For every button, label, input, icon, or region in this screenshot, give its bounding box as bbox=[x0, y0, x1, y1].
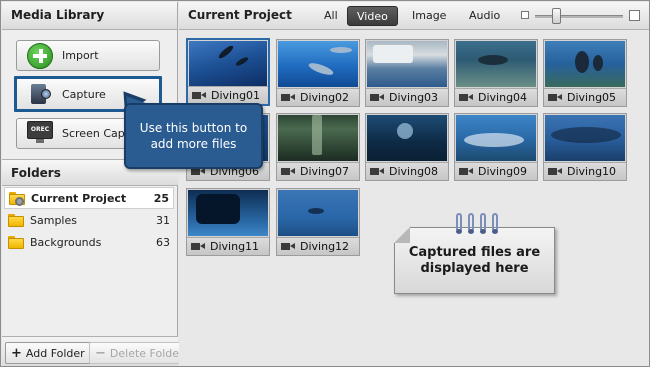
diving-preview-image bbox=[189, 41, 267, 87]
project-header: Current Project All Video Image Audio bbox=[179, 2, 649, 30]
folder-icon bbox=[8, 235, 24, 249]
delete-folder-button[interactable]: − Delete Folder bbox=[89, 342, 190, 364]
media-thumbnail[interactable]: Diving10 bbox=[543, 113, 627, 181]
thumbnail-label: Diving03 bbox=[389, 91, 439, 104]
import-button[interactable]: Import bbox=[16, 40, 160, 71]
zoom-out-icon[interactable] bbox=[521, 11, 529, 19]
media-thumbnail[interactable]: Diving05 bbox=[543, 39, 627, 107]
thumbnail-label: Diving05 bbox=[567, 91, 617, 104]
thumbnail-label: Diving04 bbox=[478, 91, 528, 104]
folder-count: 31 bbox=[156, 213, 170, 227]
video-camera-icon bbox=[281, 93, 295, 102]
folder-backgrounds[interactable]: Backgrounds 63 bbox=[4, 231, 174, 253]
media-thumbnail[interactable]: Diving08 bbox=[365, 113, 449, 181]
diving-preview-image bbox=[456, 115, 536, 161]
media-thumbnail[interactable]: Diving11 bbox=[186, 188, 270, 256]
media-thumbnail[interactable]: Diving04 bbox=[454, 39, 538, 107]
left-pane: Media Library Import Capture OREC Screen… bbox=[2, 2, 190, 366]
thumbnail-label: Diving07 bbox=[300, 165, 350, 178]
media-library-header: Media Library bbox=[2, 2, 177, 30]
diving-preview-image bbox=[188, 190, 268, 236]
filter-all[interactable]: All bbox=[315, 6, 347, 26]
thumbnail-label: Diving02 bbox=[300, 91, 350, 104]
media-thumbnail[interactable]: Diving01 bbox=[186, 38, 270, 106]
video-camera-icon bbox=[459, 167, 473, 176]
thumbnail-label: Diving12 bbox=[300, 240, 350, 253]
delete-folder-label: Delete Folder bbox=[109, 346, 184, 360]
media-thumbnail[interactable]: Diving12 bbox=[276, 188, 360, 256]
capture-tooltip: Use this button to add more files bbox=[124, 103, 263, 169]
captured-files-note: Captured files are displayed here bbox=[394, 227, 555, 294]
binder-ring-icon bbox=[456, 213, 462, 234]
media-library-window: Media Library Import Capture OREC Screen… bbox=[0, 0, 650, 367]
import-plus-icon bbox=[27, 42, 53, 69]
filter-audio[interactable]: Audio bbox=[460, 6, 509, 26]
diving-preview-image bbox=[456, 41, 536, 87]
video-camera-icon bbox=[370, 93, 384, 102]
folder-name: Backgrounds bbox=[30, 235, 102, 249]
filter-image[interactable]: Image bbox=[403, 6, 455, 26]
add-folder-label: Add Folder bbox=[25, 346, 85, 360]
media-thumbnail[interactable]: Diving03 bbox=[365, 39, 449, 107]
import-label: Import bbox=[62, 49, 99, 62]
diving-preview-image bbox=[367, 115, 447, 161]
diving-preview-image bbox=[278, 115, 358, 161]
folder-current-project[interactable]: Current Project 25 bbox=[4, 187, 174, 209]
folder-count: 63 bbox=[156, 235, 170, 249]
project-pane: Current Project All Video Image Audio Di… bbox=[179, 2, 649, 366]
note-page-fold bbox=[394, 227, 410, 243]
binder-ring-icon bbox=[480, 213, 486, 234]
video-camera-icon bbox=[370, 167, 384, 176]
media-thumbnail[interactable]: Diving09 bbox=[454, 113, 538, 181]
binder-ring-icon bbox=[468, 213, 474, 234]
capture-label: Capture bbox=[62, 87, 106, 101]
plus-icon: + bbox=[11, 345, 22, 361]
minus-icon: − bbox=[95, 345, 106, 361]
video-camera-icon bbox=[548, 93, 562, 102]
screen-record-icon: OREC bbox=[27, 120, 53, 147]
thumbnail-label: Diving09 bbox=[478, 165, 528, 178]
diving-preview-image bbox=[278, 190, 358, 236]
video-camera-icon bbox=[192, 91, 206, 100]
media-thumbnail[interactable]: Diving02 bbox=[276, 39, 360, 107]
folder-icon bbox=[8, 213, 24, 227]
video-camera-icon bbox=[459, 93, 473, 102]
add-folder-button[interactable]: + Add Folder bbox=[5, 342, 91, 364]
thumbnail-label: Diving01 bbox=[211, 89, 261, 102]
folder-count: 25 bbox=[153, 191, 169, 205]
video-camera-icon bbox=[281, 242, 295, 251]
binder-ring-icon bbox=[492, 213, 498, 234]
folder-name: Current Project bbox=[31, 191, 127, 205]
zoom-slider-thumb[interactable] bbox=[552, 8, 561, 24]
video-camera-icon bbox=[191, 242, 205, 251]
folder-samples[interactable]: Samples 31 bbox=[4, 209, 174, 231]
thumbnail-label: Diving10 bbox=[567, 165, 617, 178]
media-thumbnail[interactable]: Diving07 bbox=[276, 113, 360, 181]
filter-video[interactable]: Video bbox=[347, 6, 398, 26]
video-camera-icon bbox=[548, 167, 562, 176]
diving-preview-image bbox=[545, 41, 625, 87]
project-folder-icon bbox=[9, 191, 25, 206]
diving-preview-image bbox=[367, 41, 447, 87]
thumbnail-label: Diving08 bbox=[389, 165, 439, 178]
zoom-in-icon[interactable] bbox=[629, 10, 640, 21]
camcorder-icon bbox=[27, 81, 53, 107]
folder-toolbar: + Add Folder − Delete Folder bbox=[2, 336, 190, 366]
project-title: Current Project bbox=[188, 8, 292, 22]
folder-name: Samples bbox=[30, 213, 77, 227]
video-camera-icon bbox=[281, 167, 295, 176]
diving-preview-image bbox=[278, 41, 358, 87]
thumbnail-label: Diving11 bbox=[210, 240, 260, 253]
zoom-slider-track[interactable] bbox=[535, 15, 623, 18]
diving-preview-image bbox=[545, 115, 625, 161]
